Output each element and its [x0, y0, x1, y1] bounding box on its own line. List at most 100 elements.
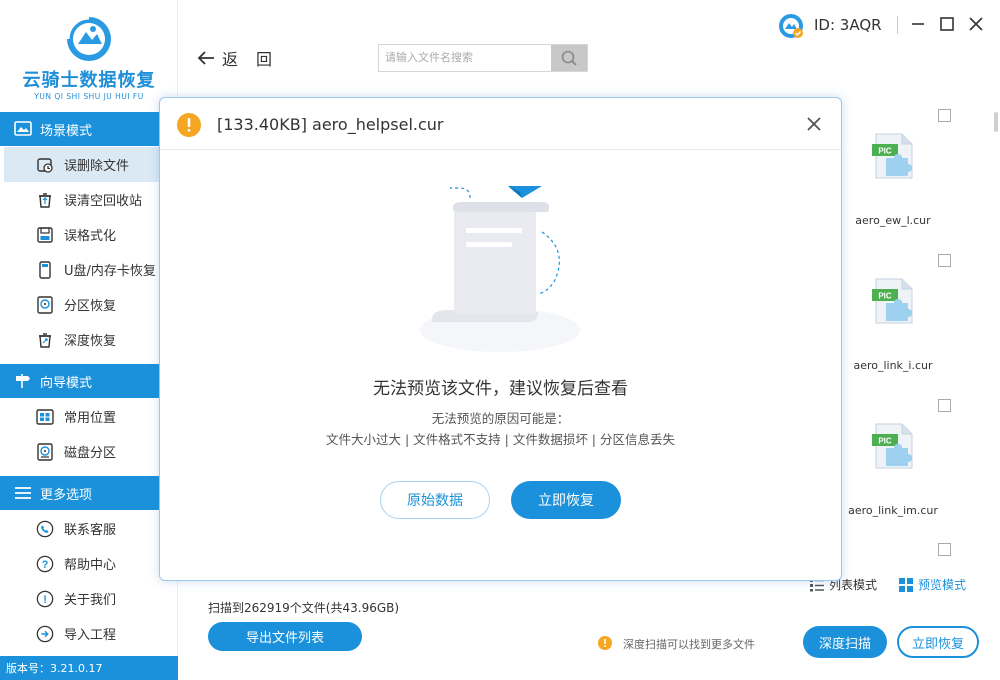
dialog-message: 无法预览该文件，建议恢复后查看 [373, 379, 628, 399]
scrollbar-thumb[interactable] [994, 112, 998, 132]
sidebar-item-label: 分区恢复 [64, 299, 117, 314]
close-icon [969, 17, 983, 31]
deleted-file-icon [36, 156, 54, 174]
sidebar-item-label: 深度恢复 [64, 334, 117, 349]
recover-now-button[interactable]: 立即恢复 [897, 626, 979, 658]
scene-icon [14, 121, 32, 136]
dialog-header: [133.40KB] aero_helpsel.cur [160, 98, 841, 150]
info-icon: ! [36, 590, 54, 608]
pic-file-icon: PIC [872, 278, 913, 324]
dialog-recover-now-button[interactable]: 立即恢复 [511, 481, 621, 519]
menu-lines-icon [15, 487, 31, 499]
sidebar-item-label: 磁盘分区 [64, 446, 117, 461]
disk-icon [36, 442, 54, 461]
sidebar-item-label: 误删除文件 [64, 159, 130, 174]
preview-mode-toggle[interactable]: 预览模式 [898, 576, 966, 593]
dialog-reasons: 文件大小过大 | 文件格式不支持 | 文件数据损坏 | 分区信息丢失 [326, 432, 675, 447]
sidebar-item-usb-card[interactable]: U盘/内存卡恢复 [0, 252, 160, 287]
sidebar-item-label: 关于我们 [64, 593, 117, 608]
deep-scan-tip: 深度扫描可以找到更多文件 [623, 638, 755, 651]
section-label: 场景模式 [40, 123, 93, 139]
sidebar-item-deep-recover[interactable]: 深度恢复 [0, 322, 160, 357]
section-scene-mode[interactable]: 场景模式 [0, 112, 160, 146]
sidebar-item-deleted-files[interactable]: 误删除文件 [4, 147, 160, 182]
deep-recover-icon [36, 331, 54, 349]
signpost-icon [16, 374, 30, 388]
warning-icon [177, 113, 201, 137]
sidebar-item-label: 误清空回收站 [64, 194, 143, 209]
file-item[interactable]: PIC aero_ew_l.cur [833, 120, 953, 260]
preview-mode-label: 预览模式 [918, 578, 967, 592]
sidebar-item-label: 误格式化 [64, 229, 117, 244]
usb-drive-icon [36, 260, 54, 279]
file-checkbox[interactable] [938, 543, 951, 556]
sidebar-item-label: U盘/内存卡恢复 [64, 264, 156, 279]
minimize-icon [912, 23, 924, 25]
phone-icon [36, 520, 54, 538]
sidebar-item-label: 常用位置 [64, 411, 117, 426]
document-illustration [420, 186, 580, 352]
grid-icon [899, 577, 913, 592]
close-window-button[interactable] [966, 14, 986, 34]
sidebar-item-label: 导入工程 [64, 628, 117, 643]
title-separator [897, 16, 898, 34]
dialog-reason-title: 无法预览的原因可能是： [431, 411, 570, 426]
deep-scan-button[interactable]: 深度扫描 [803, 626, 887, 658]
maximize-icon [940, 17, 954, 31]
back-label: 返回 [222, 50, 291, 69]
user-avatar-icon[interactable] [778, 13, 804, 39]
sidebar-item-partition-recover[interactable]: 分区恢复 [0, 287, 160, 322]
file-item[interactable]: PIC aero_link_i.cur [833, 265, 953, 405]
close-icon [807, 117, 821, 131]
minimize-button[interactable] [908, 14, 928, 34]
file-name: aero_ew_l.cur [855, 214, 931, 227]
search-input[interactable] [379, 45, 552, 71]
search-icon [561, 50, 577, 66]
sidebar-item-about-us[interactable]: ! 关于我们 [0, 581, 160, 616]
svg-text:PIC: PIC [878, 437, 892, 446]
sidebar-item-format[interactable]: 误格式化 [0, 217, 160, 252]
svg-text:PIC: PIC [878, 147, 892, 156]
file-item[interactable]: PIC aero_link_im.cur [833, 410, 953, 550]
windows-icon [36, 408, 54, 426]
section-label: 向导模式 [40, 375, 93, 391]
sidebar-item-help-center[interactable]: ? 帮助中心 [0, 546, 160, 581]
version-label: 版本号：3.21.0.17 [0, 656, 178, 680]
sidebar-item-label: 联系客服 [64, 523, 117, 538]
section-guide-mode[interactable]: 向导模式 [0, 364, 160, 398]
sidebar-item-label: 帮助中心 [64, 558, 117, 573]
arrow-left-icon [197, 51, 214, 65]
sidebar-item-import-project[interactable]: 导入工程 [0, 616, 160, 651]
sidebar-item-recycle-bin[interactable]: 误清空回收站 [0, 182, 160, 217]
search-button[interactable] [551, 45, 587, 71]
preview-dialog: [133.40KB] aero_helpsel.cur 无法预览该文件，建议恢复… [159, 97, 842, 581]
import-icon [36, 625, 54, 643]
section-more-options[interactable]: 更多选项 [0, 476, 160, 510]
sidebar-item-contact-support[interactable]: 联系客服 [0, 511, 160, 546]
sidebar-item-common-locations[interactable]: 常用位置 [0, 399, 160, 434]
pic-file-icon: PIC [872, 423, 913, 469]
section-label: 更多选项 [40, 487, 93, 503]
recycle-bin-icon [36, 191, 54, 209]
app-logo: 云骑士数据恢复 YUN QI SHI SHU JU HUI FU [0, 0, 178, 110]
question-icon: ? [36, 555, 54, 573]
logo-title: 云骑士数据恢复 [22, 70, 156, 91]
search-box [378, 44, 588, 72]
pic-file-icon: PIC [872, 133, 913, 179]
maximize-button[interactable] [937, 14, 957, 34]
file-name: aero_link_i.cur [853, 359, 933, 372]
file-name: aero_link_im.cur [848, 504, 938, 517]
dialog-close-button[interactable] [803, 113, 825, 135]
format-disk-icon [36, 226, 54, 244]
svg-text:!: ! [43, 594, 47, 606]
partition-icon [36, 295, 54, 314]
sidebar-item-disk-partition[interactable]: 磁盘分区 [0, 434, 160, 469]
svg-text:PIC: PIC [878, 292, 892, 301]
sidebar: 云骑士数据恢复 YUN QI SHI SHU JU HUI FU 场景模式 误删… [0, 0, 178, 680]
dialog-title: [133.40KB] aero_helpsel.cur [217, 115, 444, 134]
back-button[interactable]: 返回 [196, 46, 290, 70]
export-file-list-button[interactable]: 导出文件列表 [208, 622, 362, 651]
scan-summary: 扫描到262919个文件(共43.96GB) [208, 601, 400, 615]
raw-data-button[interactable]: 原始数据 [380, 481, 490, 519]
warning-icon [598, 636, 612, 650]
